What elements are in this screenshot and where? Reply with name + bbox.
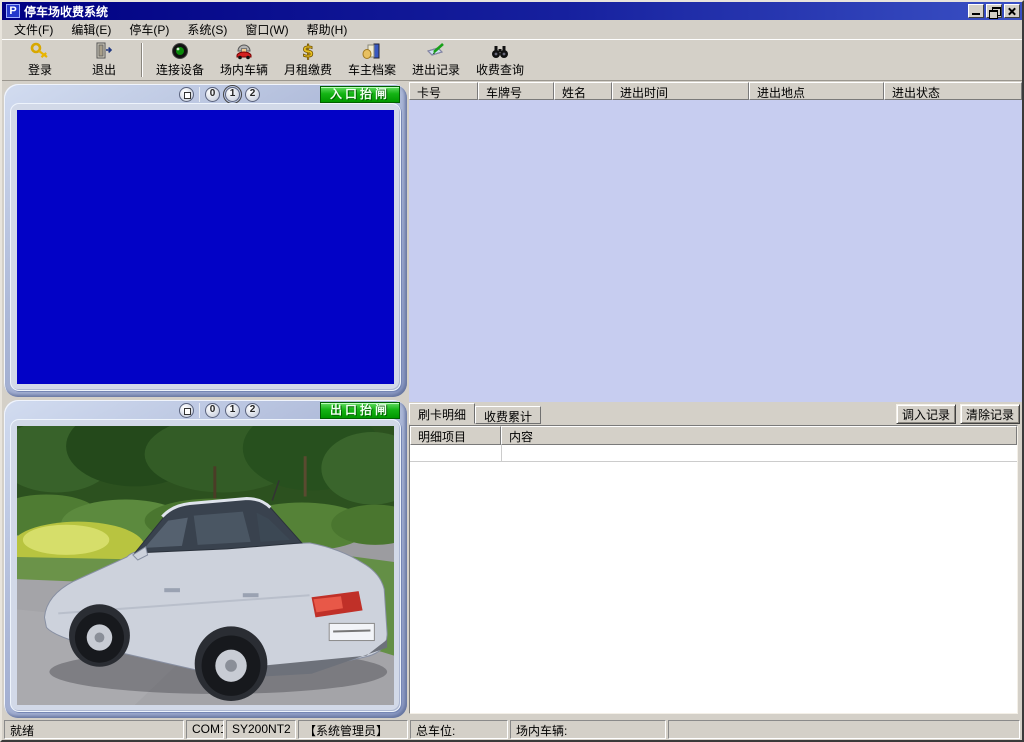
controls-separator [199,403,200,418]
toolbar-label: 退出 [92,61,116,78]
fee-query-button[interactable]: 收费查询 [468,41,532,79]
owner-files-button[interactable]: 车主档案 [340,41,404,79]
status-device-model: SY200NT2 [226,720,296,739]
monitor-square-button[interactable] [179,403,194,418]
column-header-plate-no[interactable]: 车牌号 [478,82,554,100]
monitor-square-button[interactable] [179,87,194,102]
menu-park[interactable]: 停车(P) [120,19,178,40]
controls-separator [199,87,200,102]
exit-door-icon [94,42,114,60]
inout-records-table: 卡号 车牌号 姓名 进出时间 进出地点 进出状态 [409,82,1022,402]
window-title: 停车场收费系统 [24,3,966,20]
close-icon[interactable] [1004,4,1020,18]
exit-gate-open-button[interactable]: 出口抬闸 [320,402,400,419]
inout-records-button[interactable]: 进出记录 [404,41,468,79]
exit-video-frame [10,419,401,712]
menu-file[interactable]: 文件(F) [5,19,62,40]
exit-camera-controls: 0 1 2 出口抬闸 [4,401,407,419]
minimize-icon[interactable] [968,4,984,18]
column-header-content[interactable]: 内容 [501,426,1017,445]
status-com-port: COM1 [186,720,224,739]
monitor-0-button[interactable]: 0 [205,87,220,102]
monitor-2-button[interactable]: 2 [245,403,260,418]
column-header-detail-item[interactable]: 明细项目 [410,426,501,445]
toolbar-label: 车主档案 [348,61,396,78]
app-icon: P [6,4,20,18]
monitor-0-button[interactable]: 0 [205,403,220,418]
status-empty [668,720,1020,739]
tab-swipe-detail[interactable]: 刷卡明细 [409,403,475,424]
entry-gate-open-button[interactable]: 入口抬闸 [320,86,400,103]
exit-camera-panel: 0 1 2 出口抬闸 [4,400,407,718]
toolbar-label: 连接设备 [156,61,204,78]
toolbar-label: 月租缴费 [284,61,332,78]
status-operator: 【系统管理员】 [298,720,408,739]
key-icon [30,42,50,60]
svg-text:$: $ [302,42,314,60]
status-ready: 就绪 [4,720,184,739]
column-header-card-no[interactable]: 卡号 [409,82,478,100]
tab-fee-total[interactable]: 收费累计 [475,406,541,424]
connect-device-button[interactable]: 连接设备 [148,41,212,79]
entry-video-feed [17,110,394,384]
title-bar: P 停车场收费系统 [2,2,1022,20]
column-header-status[interactable]: 进出状态 [884,82,1022,100]
load-records-button[interactable]: 调入记录 [896,404,956,424]
records-header-row: 卡号 车牌号 姓名 进出时间 进出地点 进出状态 [409,82,1022,100]
menu-window[interactable]: 窗口(W) [236,19,297,40]
restore-icon[interactable] [986,4,1002,18]
column-header-location[interactable]: 进出地点 [749,82,884,100]
monitor-2-button[interactable]: 2 [245,87,260,102]
monitor-1-button[interactable]: 1 [225,403,240,418]
entry-camera-controls: 0 1 2 入口抬闸 [4,85,407,103]
menu-system[interactable]: 系统(S) [178,19,236,40]
entry-camera-panel: 0 1 2 入口抬闸 [4,84,407,397]
clear-records-button[interactable]: 清除记录 [960,404,1020,424]
onsite-vehicles-button[interactable]: 场内车辆 [212,41,276,79]
quit-button[interactable]: 退出 [72,41,136,79]
toolbar-separator [141,43,143,77]
records-body [409,100,1022,402]
toolbar-label: 场内车辆 [220,61,268,78]
column-header-name[interactable]: 姓名 [554,82,612,100]
car-photo [17,426,394,705]
status-bar: 就绪 COM1 SY200NT2 【系统管理员】 总车位: 场内车辆: [2,718,1022,740]
menu-edit[interactable]: 编辑(E) [62,19,120,40]
detail-empty-row [410,445,1017,462]
files-icon [362,42,382,60]
login-button[interactable]: 登录 [8,41,72,79]
status-total-spaces: 总车位: [410,720,508,739]
vehicle-icon [234,42,254,60]
detail-tab-strip: 刷卡明细 收费累计 调入记录 清除记录 [409,402,1020,425]
monthly-fee-button[interactable]: $ 月租缴费 [276,41,340,79]
swipe-detail-table: 明细项目 内容 [409,425,1018,714]
record-pen-icon [426,42,446,60]
entry-video-frame [10,103,401,391]
binoculars-icon [490,42,510,60]
dollar-icon: $ [298,42,318,60]
exit-video-feed [17,426,394,705]
toolbar-label: 收费查询 [476,61,524,78]
status-onsite-count: 场内车辆: [510,720,666,739]
monitor-1-button[interactable]: 1 [225,87,240,102]
menu-bar: 文件(F) 编辑(E) 停车(P) 系统(S) 窗口(W) 帮助(H) [2,20,1022,39]
toolbar-label: 登录 [28,61,52,78]
toolbar-label: 进出记录 [412,61,460,78]
toolbar: 登录 退出 连接设备 [2,39,1022,81]
cell-divider [501,445,502,461]
column-header-time[interactable]: 进出时间 [612,82,749,100]
detail-header-row: 明细项目 内容 [410,426,1017,445]
camera-lens-icon [170,42,190,60]
menu-help[interactable]: 帮助(H) [298,19,357,40]
app-window: P 停车场收费系统 文件(F) 编辑(E) 停车(P) 系统(S) 窗口(W) … [0,0,1024,742]
